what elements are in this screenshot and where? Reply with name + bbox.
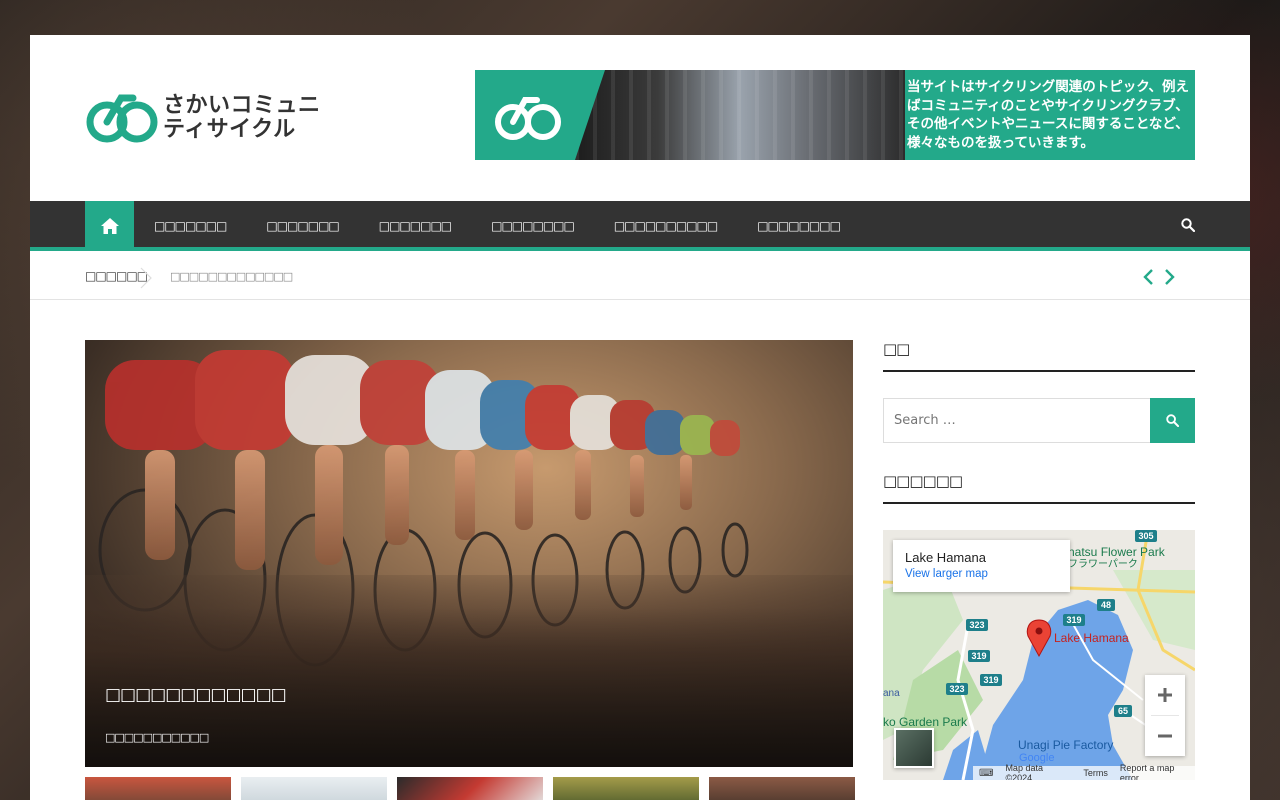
zoom-in-button[interactable] [1145,675,1185,715]
road-319c-label: 319 [983,675,998,685]
map-view-larger-link[interactable]: View larger map [905,568,1058,580]
breadcrumb-current: □□□□□□□□□□□□□ [170,270,293,283]
map-zoom-controls [1145,675,1185,756]
map-label-garden-park: ko Garden Park [883,715,968,729]
next-arrow-icon[interactable] [1162,267,1176,287]
nav-item-3[interactable]: □□□□□□□ [359,201,471,251]
site-title: さかいコミュニ ティサイクル [163,94,321,142]
road-323b-label: 323 [949,684,964,694]
map-widget-heading: □□□□□□ [883,472,1195,504]
minus-icon [1158,734,1172,738]
map-report-link[interactable]: Report a map error [1120,763,1195,780]
slider-thumbnail-4[interactable] [553,777,699,800]
nav-item-4[interactable]: □□□□□□□□ [471,201,594,251]
nav-home-button[interactable] [85,201,134,251]
slider-thumbnail-1[interactable] [85,777,231,800]
map-footer: ⌨ Map data ©2024 Terms Report a map erro… [973,763,1195,780]
road-319a-label: 319 [1066,615,1081,625]
road-319b-label: 319 [971,651,986,661]
hero-subtitle: □□□□□□□□□□□ [105,731,209,744]
road-305-label: 305 [1138,531,1153,541]
nav-item-2[interactable]: □□□□□□□ [246,201,358,251]
nav-item-6[interactable]: □□□□□□□□ [737,201,860,251]
map-label-unagi: Unagi Pie Factory [1018,738,1113,752]
banner-cyclists-photo [575,70,905,160]
keyboard-icon[interactable]: ⌨ [979,768,993,779]
site-title-line2: ティサイクル [163,117,296,142]
site-title-line1: さかいコミュニ [163,93,321,118]
header-banner[interactable]: 当サイトはサイクリング関連のトピック、例えばコミュニティのことやサイクリングクラ… [475,70,1195,160]
sidebar: □□ □□□□□□ [883,340,1195,780]
road-48-label: 48 [1101,600,1111,610]
main-navigation: □□□□□□□ □□□□□□□ □□□□□□□ □□□□□□□□ □□□□□□□… [30,201,1250,251]
google-map-embed[interactable]: 305 48 323 319 319 319 323 65 natsu Flow… [883,530,1195,780]
map-place-card: Lake Hamana View larger map [893,540,1070,592]
slider-thumbnails [85,777,855,800]
road-323a-label: 323 [969,620,984,630]
slider-thumbnail-2[interactable] [241,777,387,800]
search-icon [1166,414,1179,427]
site-header: さかいコミュニ ティサイクル 当サイトはサイクリング関連のトピック、例えばコミュ… [30,35,1250,201]
nav-item-1[interactable]: □□□□□□□ [134,201,246,251]
map-label-flower-park: natsu Flower Park [1068,545,1166,559]
site-logo[interactable]: さかいコミュニ ティサイクル [85,92,321,144]
bicycle-logo-icon [86,94,158,143]
map-label-flower-park-jp: フラワーパーク [1068,558,1138,570]
post-navigation [1142,267,1176,287]
search-submit-button[interactable] [1150,398,1195,443]
zoom-out-button[interactable] [1145,716,1185,756]
home-icon [100,218,119,234]
hero-title[interactable]: □□□□□□□□□□□□ [105,685,287,705]
search-input[interactable] [883,398,1150,443]
banner-text: 当サイトはサイクリング関連のトピック、例えばコミュニティのことやサイクリングクラ… [907,79,1190,151]
map-marker-label: Lake Hamana [1054,631,1129,645]
road-65-label: 65 [1118,706,1128,716]
breadcrumb: □□□□□□ □□□□□□□□□□□□□ [30,255,1250,300]
map-place-title: Lake Hamana [905,550,986,565]
breadcrumb-separator-icon [140,267,152,289]
nav-item-5[interactable]: □□□□□□□□□□ [594,201,737,251]
map-terms-link[interactable]: Terms [1083,768,1108,778]
map-data-credit: Map data ©2024 [1005,763,1043,780]
previous-arrow-icon[interactable] [1142,267,1156,287]
slider-thumbnail-5[interactable] [709,777,855,800]
search-widget-heading: □□ [883,340,1195,372]
bicycle-banner-icon [495,97,561,140]
slider-thumbnail-3[interactable] [397,777,543,800]
page-container: さかいコミュニ ティサイクル 当サイトはサイクリング関連のトピック、例えばコミュ… [30,35,1250,800]
plus-icon [1158,688,1172,702]
nav-menu: □□□□□□□ □□□□□□□ □□□□□□□ □□□□□□□□ □□□□□□□… [134,201,860,251]
map-label-ana: ana [883,688,900,699]
map-satellite-toggle[interactable] [894,728,934,768]
search-icon[interactable] [1181,218,1195,232]
featured-slider[interactable]: □□□□□□□□□□□□ □□□□□□□□□□□ [85,340,853,767]
search-form [883,398,1195,443]
